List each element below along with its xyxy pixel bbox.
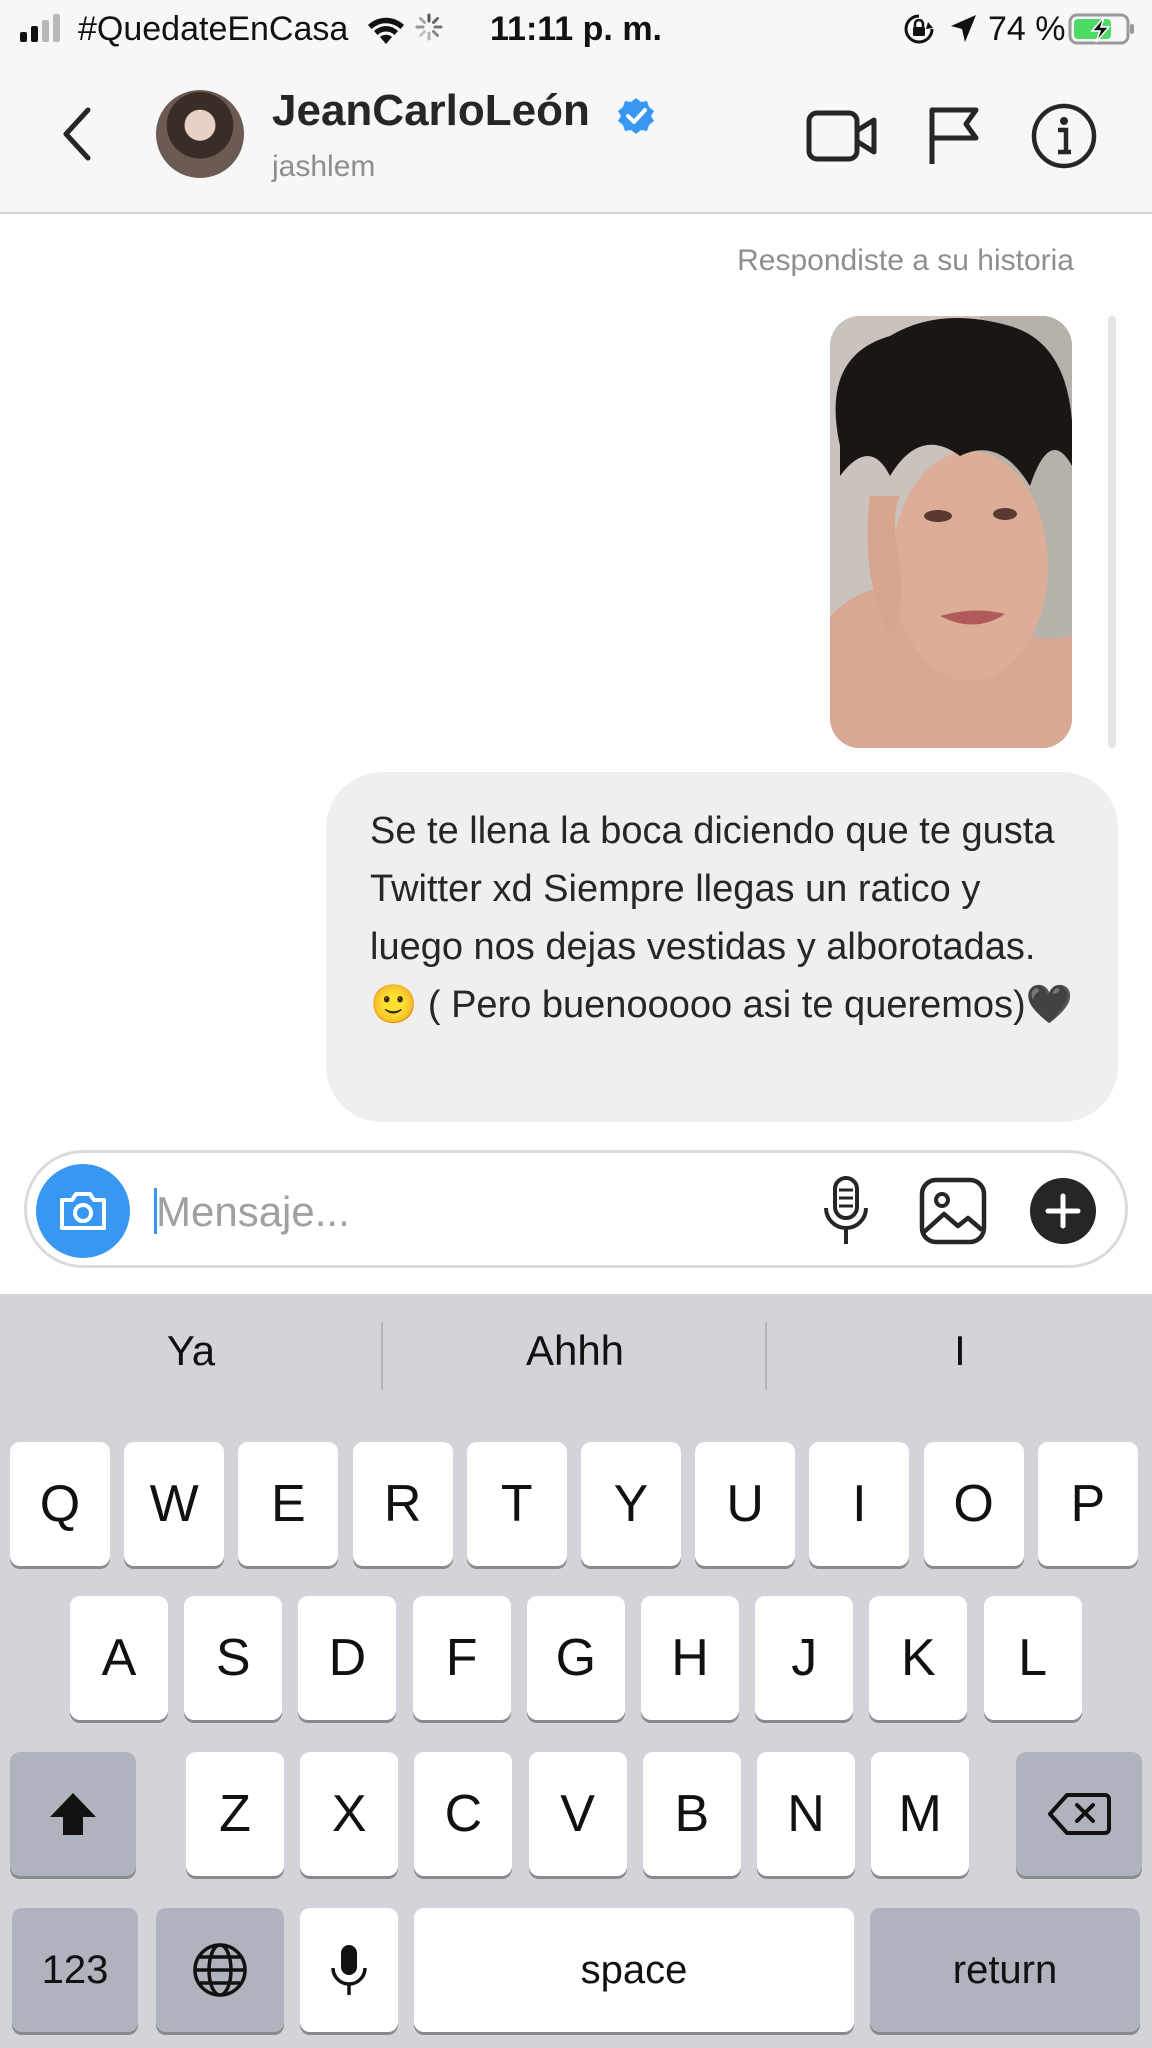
key-m[interactable]: M <box>871 1752 970 1876</box>
loading-spinner-icon <box>415 13 443 41</box>
space-key[interactable]: space <box>414 1908 854 2032</box>
key-z[interactable]: Z <box>186 1752 284 1876</box>
camera-icon <box>60 1192 106 1230</box>
key-o[interactable]: O <box>923 1442 1024 1566</box>
carrier-name: #QuedateEnCasa <box>78 10 349 48</box>
status-bar: #QuedateEnCasa 11:11 p. m. 74 % <box>0 0 1152 60</box>
dictation-mic-icon <box>331 1945 367 1995</box>
key-t[interactable]: T <box>466 1442 567 1566</box>
contact-username: jashlem <box>272 150 376 183</box>
avatar[interactable] <box>156 90 244 178</box>
key-d[interactable]: D <box>298 1596 397 1720</box>
story-reply-label: Respondiste a su historia <box>737 244 1074 277</box>
story-reply-indicator <box>1108 316 1116 748</box>
key-x[interactable]: X <box>300 1752 399 1876</box>
camera-button[interactable] <box>36 1164 130 1258</box>
battery-icon <box>1068 13 1134 45</box>
key-p[interactable]: P <box>1037 1442 1138 1566</box>
microphone-icon[interactable] <box>818 1174 874 1250</box>
location-arrow-icon <box>951 15 976 42</box>
key-c[interactable]: C <box>414 1752 513 1876</box>
key-a[interactable]: A <box>70 1596 168 1720</box>
flag-icon[interactable] <box>926 106 982 166</box>
suggestion-1[interactable]: Ya <box>0 1310 382 1392</box>
dictation-key[interactable] <box>300 1908 398 2032</box>
key-k[interactable]: K <box>869 1596 968 1720</box>
wifi-icon <box>368 17 404 44</box>
verified-badge-icon <box>618 98 654 134</box>
key-w[interactable]: W <box>124 1442 225 1566</box>
key-h[interactable]: H <box>641 1596 739 1720</box>
numbers-key[interactable]: 123 <box>12 1908 138 2032</box>
battery-percentage: 74 % <box>988 10 1066 48</box>
back-arrow-icon[interactable] <box>56 104 96 164</box>
chat-header: JeanCarloLeón jashlem <box>0 60 1152 214</box>
clock: 11:11 p. m. <box>490 10 662 48</box>
globe-key[interactable] <box>156 1908 284 2032</box>
plus-icon <box>1045 1193 1081 1229</box>
shift-key[interactable] <box>10 1752 136 1876</box>
key-j[interactable]: J <box>755 1596 854 1720</box>
key-y[interactable]: Y <box>581 1442 681 1566</box>
suggestion-divider <box>381 1322 383 1390</box>
message-input[interactable] <box>156 1180 776 1244</box>
suggestion-2[interactable]: Ahhh <box>384 1310 766 1392</box>
key-u[interactable]: U <box>695 1442 796 1566</box>
info-icon[interactable] <box>1030 102 1098 170</box>
message-text: Se te llena la boca diciendo que te gust… <box>370 810 1073 1026</box>
contact-name[interactable]: JeanCarloLeón <box>272 86 590 136</box>
signal-icon <box>20 14 60 42</box>
suggestion-divider <box>765 1322 767 1390</box>
key-v[interactable]: V <box>528 1752 627 1876</box>
key-i[interactable]: I <box>809 1442 910 1566</box>
key-l[interactable]: L <box>983 1596 1082 1720</box>
backspace-key[interactable] <box>1016 1752 1142 1876</box>
key-b[interactable]: B <box>642 1752 741 1876</box>
key-r[interactable]: R <box>352 1442 453 1566</box>
story-photo <box>830 316 1072 748</box>
shift-icon <box>50 1793 96 1835</box>
backspace-icon <box>1048 1793 1111 1835</box>
message-bubble[interactable]: Se te llena la boca diciendo que te gust… <box>326 772 1118 1122</box>
key-s[interactable]: S <box>184 1596 283 1720</box>
orientation-lock-icon <box>904 14 934 44</box>
add-button[interactable] <box>1030 1178 1096 1244</box>
key-e[interactable]: E <box>238 1442 339 1566</box>
return-key[interactable]: return <box>870 1908 1140 2032</box>
key-q[interactable]: Q <box>10 1442 110 1566</box>
key-n[interactable]: N <box>757 1752 855 1876</box>
globe-icon <box>193 1943 247 1997</box>
video-call-icon[interactable] <box>806 108 878 164</box>
key-g[interactable]: G <box>526 1596 625 1720</box>
story-thumbnail[interactable] <box>830 316 1072 748</box>
suggestion-3[interactable]: I <box>768 1310 1152 1392</box>
key-f[interactable]: F <box>412 1596 511 1720</box>
gallery-icon[interactable] <box>918 1176 988 1246</box>
